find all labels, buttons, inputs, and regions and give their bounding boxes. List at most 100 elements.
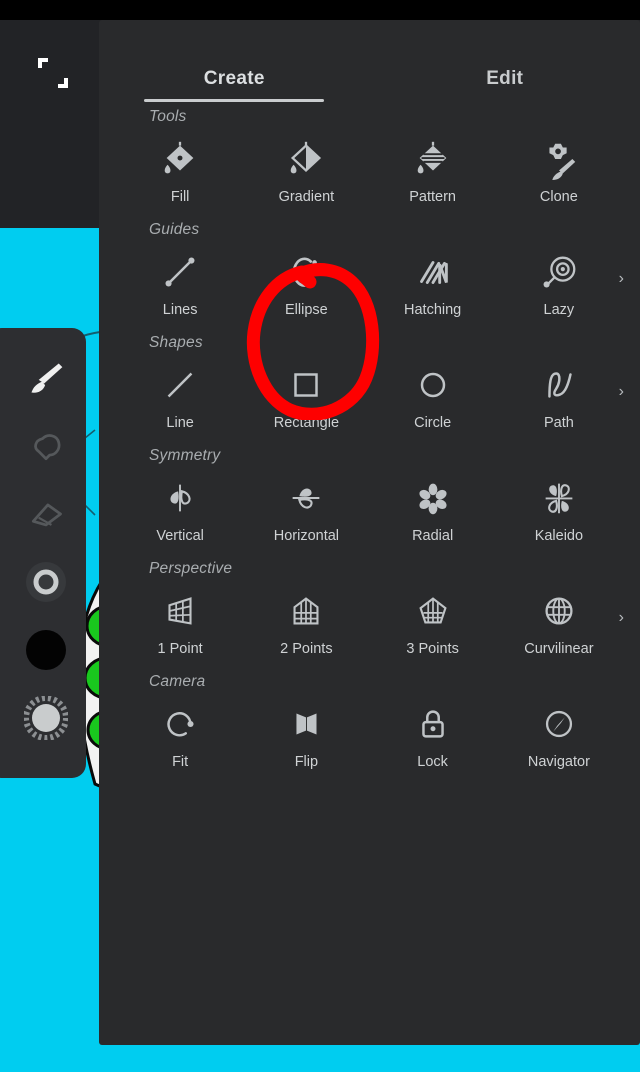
symmetry-kaleido-label: Kaleido — [534, 528, 584, 544]
radial-symmetry-icon — [410, 475, 456, 521]
tab-create-label: Create — [203, 68, 265, 89]
tool-clone-label: Clone — [539, 189, 578, 205]
guide-lazy-label: Lazy — [543, 302, 575, 318]
smudge-tool[interactable] — [22, 422, 70, 470]
crop-corners-icon[interactable] — [36, 56, 70, 90]
camera-lock[interactable]: Lock — [370, 693, 496, 770]
tool-pattern[interactable]: Pattern — [370, 128, 496, 205]
tool-gradient-label: Gradient — [278, 189, 335, 205]
path-curve-icon — [536, 362, 582, 408]
chevron-right-icon[interactable]: › — [619, 271, 624, 287]
guide-lines-label: Lines — [162, 302, 198, 318]
perspective-3-points[interactable]: 3 Points — [370, 580, 496, 657]
chevron-right-icon[interactable]: › — [619, 610, 624, 626]
section-symmetry: Symmetry Vertical Horizontal Radial Kale… — [99, 435, 640, 548]
shape-circle[interactable]: Circle — [370, 354, 496, 431]
eraser-tool[interactable] — [22, 490, 70, 538]
shape-rectangle[interactable]: Rectangle — [243, 354, 369, 431]
symmetry-vertical-label: Vertical — [156, 528, 204, 544]
tool-gradient[interactable]: Gradient — [243, 128, 369, 205]
perspective-1-point[interactable]: 1 Point — [117, 580, 243, 657]
gradient-icon — [283, 136, 329, 182]
panel-tabs[interactable]: Create Edit — [99, 20, 640, 102]
guide-lines[interactable]: Lines — [117, 241, 243, 318]
perspective-3-points-label: 3 Points — [406, 641, 459, 657]
hatching-icon — [410, 249, 456, 295]
vertical-symmetry-icon — [157, 475, 203, 521]
shape-path-label: Path — [543, 415, 574, 431]
circle-icon — [410, 362, 456, 408]
section-tools: Tools Fill Gradient Pattern Clone — [99, 96, 640, 209]
tool-fill[interactable]: Fill — [117, 128, 243, 205]
symmetry-radial-label: Radial — [412, 528, 454, 544]
kaleido-symmetry-icon — [536, 475, 582, 521]
camera-fit-label: Fit — [172, 754, 189, 770]
lazy-mouse-icon — [536, 249, 582, 295]
perspective-curvilinear-label: Curvilinear — [524, 641, 594, 657]
camera-flip[interactable]: Flip — [243, 693, 369, 770]
status-bar — [0, 0, 640, 20]
shape-line-label: Line — [166, 415, 194, 431]
section-guides: Guides Lines Ellipse Hatching Lazy › — [99, 209, 640, 322]
guide-ellipse[interactable]: Ellipse — [243, 241, 369, 318]
paintbrush-icon — [31, 363, 63, 393]
three-point-perspective-icon — [410, 588, 456, 634]
grid-shapes: Line Rectangle Circle Path › — [99, 354, 640, 431]
tool-fill-label: Fill — [170, 189, 190, 205]
eraser-icon — [31, 503, 62, 527]
section-title-shapes: Shapes — [149, 334, 203, 351]
brush-size-tool[interactable] — [22, 558, 70, 606]
perspective-2-points-label: 2 Points — [280, 641, 333, 657]
lock-icon — [410, 701, 456, 747]
tab-edit-label: Edit — [486, 68, 524, 89]
color-swatch[interactable] — [22, 626, 70, 674]
camera-navigator-label: Navigator — [527, 754, 590, 770]
canvas-letterbox — [0, 20, 100, 228]
filled-circle-icon — [26, 630, 66, 670]
camera-fit[interactable]: Fit — [117, 693, 243, 770]
guide-hatching-label: Hatching — [404, 302, 462, 318]
app-root: Create Edit Tools Fill Gradient Pattern … — [0, 0, 640, 1072]
fill-bucket-icon — [157, 136, 203, 182]
section-shapes: Shapes Line Rectangle Circle Path › — [99, 322, 640, 435]
rectangle-icon — [283, 362, 329, 408]
chevron-right-icon[interactable]: › — [619, 384, 624, 400]
dotted-circle-icon — [24, 696, 68, 740]
guide-hatching[interactable]: Hatching — [370, 241, 496, 318]
two-point-perspective-icon — [283, 588, 329, 634]
perspective-2-points[interactable]: 2 Points — [243, 580, 369, 657]
tool-rail[interactable] — [0, 328, 86, 778]
brush-tool[interactable] — [22, 354, 70, 402]
tab-create[interactable]: Create — [99, 20, 370, 102]
ellipse-guide-icon — [283, 249, 329, 295]
camera-flip-label: Flip — [294, 754, 319, 770]
line-icon — [157, 362, 203, 408]
shape-path[interactable]: Path › — [496, 354, 624, 431]
section-camera: Camera Fit Flip Lock Navigator — [99, 661, 640, 774]
grid-tools: Fill Gradient Pattern Clone — [99, 128, 640, 205]
grid-camera: Fit Flip Lock Navigator — [99, 693, 640, 770]
smudge-hand-icon — [34, 434, 61, 461]
guide-lazy[interactable]: Lazy › — [496, 241, 624, 318]
shape-line[interactable]: Line — [117, 354, 243, 431]
opacity-tool[interactable] — [22, 694, 70, 742]
grid-symmetry: Vertical Horizontal Radial Kaleido — [99, 467, 640, 544]
flip-icon — [283, 701, 329, 747]
tab-active-underline — [144, 99, 325, 102]
shape-circle-label: Circle — [414, 415, 452, 431]
symmetry-radial[interactable]: Radial — [370, 467, 496, 544]
tool-clone[interactable]: Clone — [496, 128, 622, 205]
curvilinear-perspective-icon — [536, 588, 582, 634]
tool-pattern-label: Pattern — [409, 189, 456, 205]
clone-stamp-icon — [536, 136, 582, 182]
symmetry-kaleido[interactable]: Kaleido — [496, 467, 622, 544]
perspective-curvilinear[interactable]: Curvilinear › — [496, 580, 624, 657]
one-point-perspective-icon — [157, 588, 203, 634]
grid-perspective: 1 Point 2 Points 3 Points Curvilinear › — [99, 580, 640, 657]
camera-navigator[interactable]: Navigator — [496, 693, 622, 770]
grid-guides: Lines Ellipse Hatching Lazy › — [99, 241, 640, 318]
symmetry-vertical[interactable]: Vertical — [117, 467, 243, 544]
tab-edit[interactable]: Edit — [370, 20, 640, 96]
shape-rectangle-label: Rectangle — [273, 415, 340, 431]
symmetry-horizontal[interactable]: Horizontal — [243, 467, 369, 544]
